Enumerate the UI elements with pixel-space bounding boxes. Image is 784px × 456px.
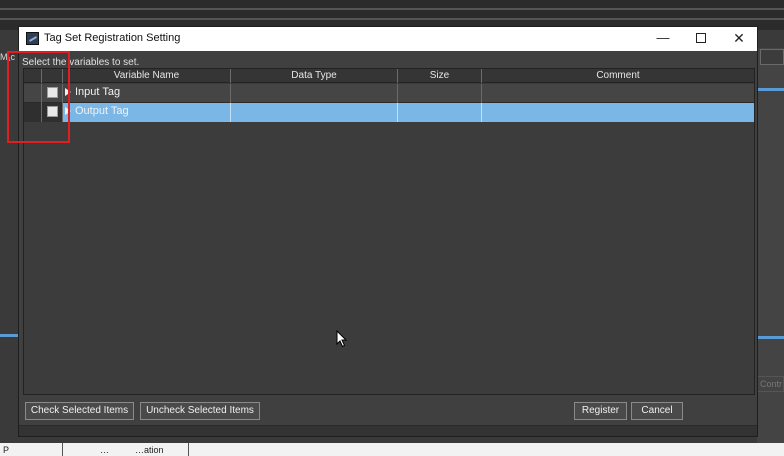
expand-arrow-icon[interactable]: [65, 88, 71, 96]
bg-controller-button[interactable]: Contr: [757, 376, 784, 392]
bg-status-text: …ation: [135, 445, 164, 455]
app-icon: [26, 32, 39, 45]
tag-set-registration-dialog: Tag Set Registration Setting — ✕ Select …: [18, 26, 758, 437]
comment-cell[interactable]: [482, 103, 754, 122]
variables-grid: Variable Name Data Type Size Comment Inp…: [23, 68, 755, 395]
comment-cell[interactable]: [482, 84, 754, 103]
header-spacer: [24, 69, 42, 83]
dialog-title: Tag Set Registration Setting: [44, 32, 181, 44]
dialog-bottom-strip: [19, 425, 757, 436]
minimize-icon[interactable]: —: [643, 27, 683, 51]
bg-status-bar: P … …ation: [0, 443, 784, 456]
data-type-cell[interactable]: [231, 84, 398, 103]
bg-divider: [0, 18, 784, 20]
table-row[interactable]: Output Tag: [24, 103, 754, 122]
close-icon[interactable]: ✕: [719, 27, 759, 51]
checkbox-cell: [42, 103, 63, 122]
variable-name-cell[interactable]: Input Tag: [63, 84, 231, 103]
table-row[interactable]: Input Tag: [24, 84, 754, 103]
column-header-variable-name[interactable]: Variable Name: [63, 69, 231, 83]
column-header-comment[interactable]: Comment: [482, 69, 754, 83]
data-type-cell[interactable]: [231, 103, 398, 122]
row-header: [24, 84, 42, 103]
size-cell[interactable]: [398, 84, 482, 103]
grid-header: Variable Name Data Type Size Comment: [24, 69, 754, 83]
maximize-icon[interactable]: [681, 27, 721, 51]
variable-name-cell[interactable]: Output Tag: [63, 103, 231, 122]
uncheck-selected-items-button[interactable]: Uncheck Selected Items: [140, 402, 260, 420]
checkbox-cell: [42, 84, 63, 103]
bg-left-label: M₁c: [0, 52, 16, 62]
variable-name: Output Tag: [75, 105, 129, 117]
register-button[interactable]: Register: [574, 402, 627, 420]
bg-status-text: …: [100, 445, 109, 455]
size-cell[interactable]: [398, 103, 482, 122]
bg-status-separator: [188, 443, 189, 456]
bg-accent-line: [0, 334, 18, 337]
bg-status-separator: [62, 443, 63, 456]
bg-accent-line: [757, 336, 784, 339]
bg-accent-line: [757, 88, 784, 91]
row-checkbox[interactable]: [47, 87, 58, 98]
bg-status-text: P: [3, 445, 10, 455]
bg-right-button[interactable]: [760, 49, 784, 65]
header-checkbox-column[interactable]: [42, 69, 63, 83]
instruction-text: Select the variables to set.: [22, 57, 140, 68]
check-selected-items-button[interactable]: Check Selected Items: [25, 402, 134, 420]
bg-divider: [0, 8, 784, 10]
row-header: [24, 103, 42, 122]
dialog-titlebar[interactable]: Tag Set Registration Setting — ✕: [19, 27, 757, 51]
row-checkbox[interactable]: [47, 106, 58, 117]
column-header-data-type[interactable]: Data Type: [231, 69, 398, 83]
cancel-button[interactable]: Cancel: [631, 402, 683, 420]
column-header-size[interactable]: Size: [398, 69, 482, 83]
variable-name: Input Tag: [75, 86, 121, 98]
expand-arrow-icon[interactable]: [65, 107, 71, 115]
